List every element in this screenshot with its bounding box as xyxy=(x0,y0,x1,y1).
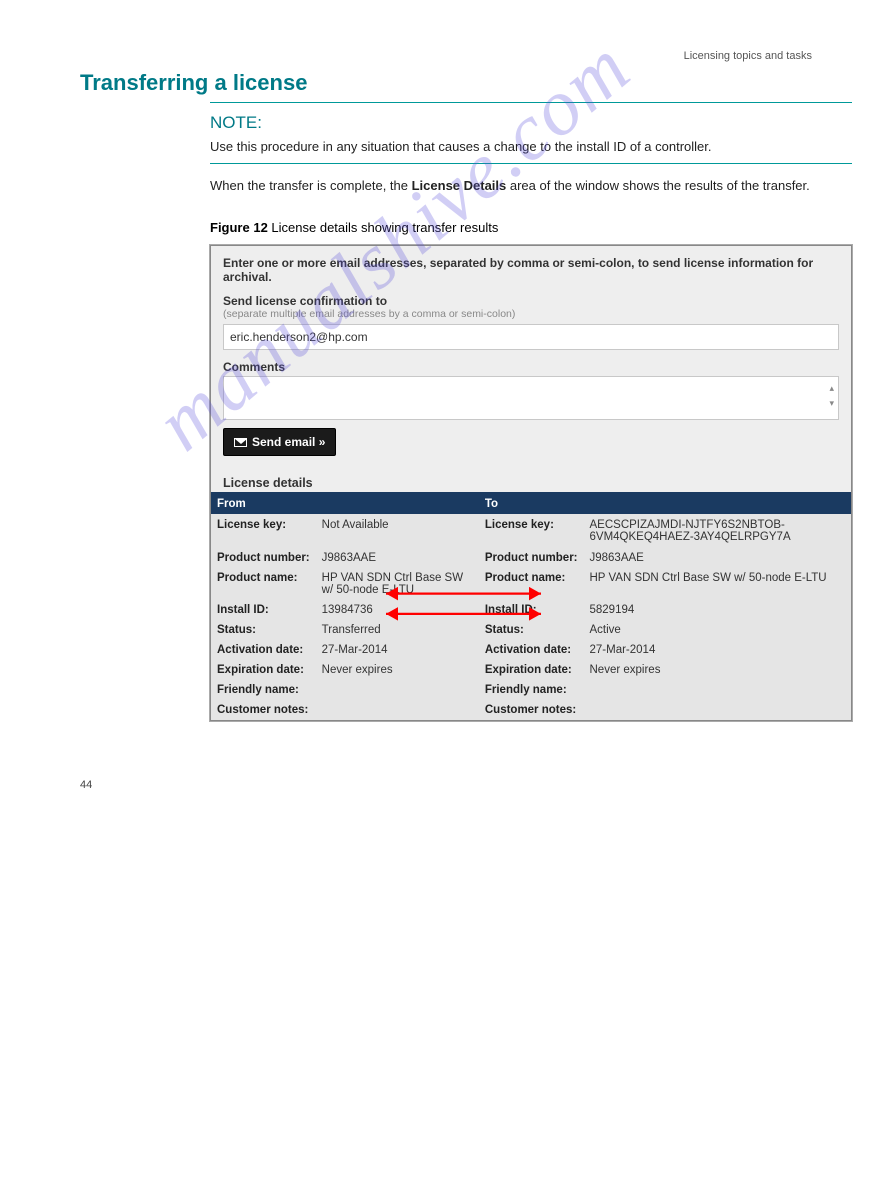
cell-label: Friendly name: xyxy=(211,680,316,700)
cell-label: Product number: xyxy=(479,548,584,568)
cell-value: Not Available xyxy=(316,514,479,548)
cell-value: J9863AAE xyxy=(584,548,852,568)
license-panel: Enter one or more email addresses, separ… xyxy=(210,245,852,721)
page-number: 44 xyxy=(80,779,92,791)
note-text: Use this procedure in any situation that… xyxy=(210,137,852,157)
cell-value: Never expires xyxy=(316,660,479,680)
text-strong: License Details xyxy=(412,178,507,193)
cell-value xyxy=(316,700,479,720)
cell-label: Status: xyxy=(211,620,316,640)
cell-value xyxy=(584,680,852,700)
body-paragraph: When the transfer is complete, the Licen… xyxy=(210,176,852,196)
cell-label: Status: xyxy=(479,620,584,640)
cell-label: Install ID: xyxy=(479,600,584,620)
page-title: Transferring a license xyxy=(0,70,892,102)
scroll-indicator: ▴▾ xyxy=(829,381,834,410)
text-span: area of the window shows the results of … xyxy=(506,178,810,193)
cell-label: Product name: xyxy=(479,568,584,600)
send-confirmation-label: Send license confirmation to xyxy=(223,294,839,308)
send-email-label: Send email » xyxy=(252,435,325,449)
cell-label: Product number: xyxy=(211,548,316,568)
cell-value: 5829194 xyxy=(584,600,852,620)
divider xyxy=(210,102,852,103)
cell-value: HP VAN SDN Ctrl Base SW w/ 50-node E-LTU xyxy=(584,568,852,600)
text-span: When the transfer is complete, the xyxy=(210,178,412,193)
panel-intro: Enter one or more email addresses, separ… xyxy=(223,256,839,284)
cell-value: Transferred xyxy=(316,620,479,640)
column-header-to: To xyxy=(479,493,851,514)
email-input[interactable]: eric.henderson2@hp.com xyxy=(223,324,839,350)
figure-label: Figure 12 xyxy=(210,220,268,235)
cell-value: 13984736 xyxy=(316,600,479,620)
cell-value xyxy=(584,700,852,720)
cell-label: Product name: xyxy=(211,568,316,600)
figure-title: License details showing transfer results xyxy=(271,220,498,235)
cell-label: Install ID: xyxy=(211,600,316,620)
cell-label: Customer notes: xyxy=(211,700,316,720)
cell-value: HP VAN SDN Ctrl Base SW w/ 50-node E-LTU xyxy=(316,568,479,600)
cell-label: Activation date: xyxy=(479,640,584,660)
cell-label: Friendly name: xyxy=(479,680,584,700)
note-heading: NOTE: xyxy=(210,113,892,133)
figure-caption: Figure 12 License details showing transf… xyxy=(210,220,852,235)
send-email-button[interactable]: Send email » xyxy=(223,428,336,456)
envelope-icon xyxy=(234,438,247,447)
page-header: Licensing topics and tasks xyxy=(0,0,892,70)
cell-value: AECSCPIZAJMDI-NJTFY6S2NBTOB-6VM4QKEQ4HAE… xyxy=(584,514,852,548)
column-header-from: From xyxy=(211,493,479,514)
cell-label: Expiration date: xyxy=(211,660,316,680)
cell-label: License key: xyxy=(479,514,584,548)
cell-value: Never expires xyxy=(584,660,852,680)
license-details-heading: License details xyxy=(223,476,839,490)
cell-value: Active xyxy=(584,620,852,640)
cell-value: J9863AAE xyxy=(316,548,479,568)
comments-textarea[interactable]: ▴▾ xyxy=(223,376,839,420)
cell-label: License key: xyxy=(211,514,316,548)
cell-label: Customer notes: xyxy=(479,700,584,720)
cell-value: 27-Mar-2014 xyxy=(584,640,852,660)
cell-value: 27-Mar-2014 xyxy=(316,640,479,660)
license-details-table: From To License key: Not Available Licen… xyxy=(211,492,851,720)
send-confirmation-help: (separate multiple email addresses by a … xyxy=(223,308,839,320)
cell-label: Expiration date: xyxy=(479,660,584,680)
cell-label: Activation date: xyxy=(211,640,316,660)
cell-value xyxy=(316,680,479,700)
divider xyxy=(210,163,852,164)
comments-label: Comments xyxy=(223,360,839,374)
